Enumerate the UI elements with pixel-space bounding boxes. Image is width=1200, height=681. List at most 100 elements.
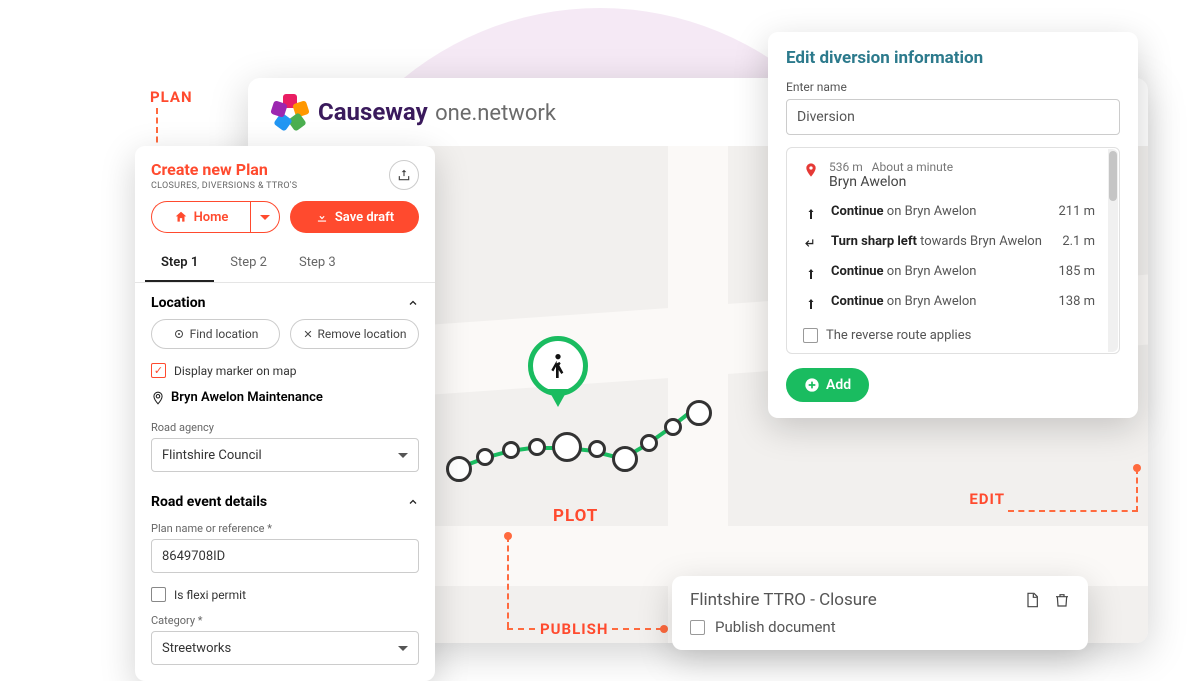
route-node[interactable] [686,400,712,426]
publish-connector-v [507,536,509,628]
publish-connector-h2 [612,628,662,630]
agency-value: Flintshire Council [162,448,262,463]
save-draft-button[interactable]: Save draft [290,201,419,233]
straight-icon [803,204,819,222]
brand-main: Causeway [318,98,428,126]
remove-location-button[interactable]: Remove location [290,319,419,349]
agency-label: Road agency [135,417,435,438]
display-marker-label: Display marker on map [174,364,296,378]
category-label: Category * [135,610,435,631]
tab-step3[interactable]: Step 3 [283,245,352,282]
share-icon [397,168,411,182]
flexi-checkbox[interactable]: ✓ [151,587,166,602]
target-icon [173,328,185,340]
plan-subtitle: CLOSURES, DIVERSIONS & TTRO'S [151,181,297,191]
brand-text: Causeway one.network [318,98,556,126]
plan-callout: PLAN [150,88,193,106]
publish-callout: PUBLISH [540,620,608,638]
route-node[interactable] [502,441,520,459]
connector-dot [504,532,512,540]
step-tabs: Step 1 Step 2 Step 3 [135,245,435,283]
find-location-button[interactable]: Find location [151,319,280,349]
direction-distance: 185 m [1058,264,1103,279]
pin-icon [803,160,819,180]
edit-callout: EDIT [969,490,1005,508]
sharp-left-icon [803,234,819,252]
edit-name-label: Enter name [786,80,1120,94]
causeway-logo-icon [272,94,308,130]
route-node[interactable] [640,434,658,452]
route-name: Bryn Awelon [829,174,953,190]
pin-icon [151,391,165,405]
plan-name-label: Plan name or reference * [135,518,435,539]
plan-title: Create new Plan [151,160,297,179]
reverse-route-checkbox[interactable] [803,328,818,343]
display-marker-checkbox[interactable]: ✓ [151,363,166,378]
direction-row: Continue on Bryn Awelon 185 m [787,258,1119,288]
home-dropdown[interactable] [250,201,280,233]
edit-connector-h [1008,510,1138,512]
add-label: Add [826,377,851,393]
publish-checkbox[interactable] [690,620,705,635]
delete-button[interactable] [1054,591,1070,609]
flexi-label: Is flexi permit [174,588,246,602]
event-section-header[interactable]: Road event details [135,482,435,518]
route-node[interactable] [552,432,582,462]
route-list: 536 m About a minute Bryn Awelon Continu… [786,147,1120,354]
route-node[interactable] [612,446,638,472]
publish-checkbox-label: Publish document [715,618,836,636]
home-icon [174,210,188,224]
event-heading: Road event details [151,494,267,510]
scrollbar-thumb[interactable] [1109,151,1117,201]
location-heading: Location [151,295,205,311]
chevron-down-icon [398,646,408,651]
plan-name-input[interactable]: 8649708ID [151,539,419,573]
direction-row: Continue on Bryn Awelon 211 m [787,198,1119,228]
publish-panel: Flintshire TTRO - Closure Publish docume… [672,576,1088,650]
route-meta: 536 m About a minute [829,160,953,174]
route-node[interactable] [588,440,606,458]
direction-row: Turn sharp left towards Bryn Awelon 2.1 … [787,228,1119,258]
direction-distance: 138 m [1058,294,1103,309]
edit-panel: Edit diversion information Enter name 53… [768,32,1138,418]
chevron-down-icon [260,215,270,220]
pdf-button[interactable] [1024,591,1040,609]
pdf-icon [1024,591,1040,609]
publish-connector-h1 [507,628,535,630]
agency-select[interactable]: Flintshire Council [151,438,419,472]
plot-marker[interactable] [528,336,588,396]
roadworks-icon [542,350,574,382]
share-button[interactable] [389,160,419,190]
home-button[interactable]: Home [151,201,250,233]
direction-row: Continue on Bryn Awelon 138 m [787,288,1119,318]
add-button[interactable]: Add [786,368,869,402]
location-name: Bryn Awelon Maintenance [171,390,323,405]
route-node[interactable] [476,448,494,466]
publish-title: Flintshire TTRO - Closure [690,590,877,610]
plan-panel: Create new Plan CLOSURES, DIVERSIONS & T… [135,146,435,681]
tab-step2[interactable]: Step 2 [214,245,283,282]
chevron-up-icon [407,496,419,508]
plus-icon [804,377,820,393]
route-node[interactable] [528,438,546,456]
location-section-header[interactable]: Location [135,283,435,319]
route-node[interactable] [446,456,472,482]
scrollbar[interactable] [1108,149,1118,352]
straight-icon [803,294,819,312]
straight-icon [803,264,819,282]
save-label: Save draft [335,210,394,225]
category-select[interactable]: Streetworks [151,631,419,665]
category-value: Streetworks [162,641,231,656]
close-icon [303,329,313,339]
direction-distance: 2.1 m [1062,234,1103,249]
reverse-route-label: The reverse route applies [826,328,971,343]
chevron-down-icon [398,453,408,458]
home-label: Home [194,210,229,225]
diversion-name-input[interactable] [786,99,1120,135]
tab-step1[interactable]: Step 1 [145,245,214,282]
remove-location-label: Remove location [318,327,407,341]
route-node[interactable] [664,418,682,436]
chevron-up-icon [407,297,419,309]
find-location-label: Find location [190,327,259,341]
edit-title: Edit diversion information [786,48,1120,68]
